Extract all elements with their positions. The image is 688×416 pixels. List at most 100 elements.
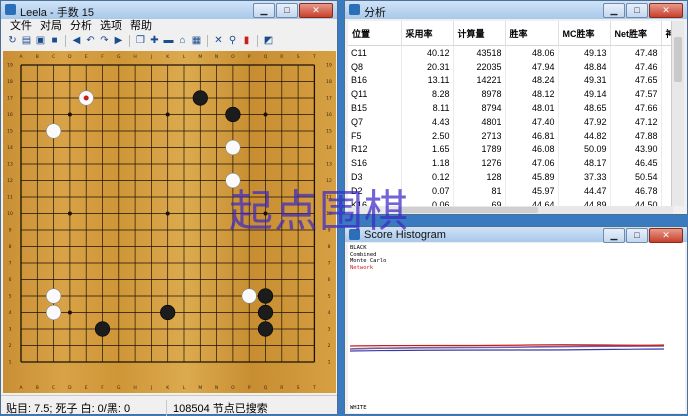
black-stone[interactable] xyxy=(225,106,241,123)
table-row[interactable]: D3 0.12 128 45.89 37.33 50.54 xyxy=(348,170,673,184)
black-stone[interactable] xyxy=(257,288,274,304)
menu-help[interactable]: 帮助 xyxy=(130,19,152,33)
combined-curve xyxy=(349,345,665,350)
redo-icon[interactable]: ↷ xyxy=(99,35,110,46)
coordinate-label: H xyxy=(133,385,136,391)
maximize-button[interactable]: □ xyxy=(626,228,648,243)
new-game-icon[interactable]: ↻ xyxy=(7,35,18,46)
go-board-svg[interactable]: AABBCCDDEEFFGGHHJJKKLLMMNNOOPPQQRRSSTT1 1… xyxy=(3,51,336,393)
copy-icon[interactable]: ❐ xyxy=(135,35,146,46)
minimize-button[interactable]: ▁ xyxy=(603,228,625,243)
table-row[interactable]: Q8 20.31 22035 47.94 48.84 47.46 xyxy=(348,59,673,74)
coordinate-label: 12 xyxy=(7,178,13,184)
analysis-titlebar[interactable]: 分析 ▁ □ ✕ xyxy=(345,1,687,19)
white-stone[interactable] xyxy=(241,288,257,304)
cancel-icon[interactable]: ✕ xyxy=(213,35,224,46)
table-cell: 46.81 xyxy=(505,128,559,143)
status-bar: 贴目: 7.5; 死子 白: 0/黑: 0 108504 节点已搜索 xyxy=(1,395,337,416)
scrollbar-thumb[interactable] xyxy=(398,207,538,213)
table-cell: F5 xyxy=(348,128,402,143)
white-stone[interactable] xyxy=(45,123,62,139)
column-header[interactable]: 计算量 xyxy=(453,21,506,46)
table-cell: 8.28 xyxy=(401,87,454,102)
go-board[interactable]: AABBCCDDEEFFGGHHJJKKLLMMNNOOPPQQRRSSTT11… xyxy=(3,51,336,393)
histogram-titlebar[interactable]: Score Histogram ▁ □ ✕ xyxy=(345,227,687,243)
menu-options[interactable]: 选项 xyxy=(100,19,122,33)
black-stone[interactable] xyxy=(257,321,274,337)
add-icon[interactable]: ✚ xyxy=(149,35,160,46)
table-cell: 81 xyxy=(453,183,506,198)
column-header[interactable]: 胜率 xyxy=(505,21,559,46)
table-cell: 44.82 xyxy=(558,128,611,143)
coordinate-label: T xyxy=(312,54,316,60)
coordinate-label: 11 xyxy=(7,195,13,201)
table-cell: 49.14 xyxy=(558,87,611,102)
home-icon[interactable]: ⌂ xyxy=(177,35,188,46)
open-folder-icon[interactable]: ▣ xyxy=(35,35,46,46)
table-cell: 49.13 xyxy=(558,45,611,60)
table-row[interactable]: C11 40.12 43518 48.06 49.13 47.48 xyxy=(348,45,673,60)
analysis-app-icon xyxy=(349,4,360,15)
coordinate-label: C xyxy=(52,54,55,60)
menu-file[interactable]: 文件 xyxy=(10,19,32,33)
table-cell: 45.97 xyxy=(505,183,559,198)
black-stone[interactable] xyxy=(257,304,274,321)
black-stone[interactable] xyxy=(160,304,176,321)
coordinate-label: A xyxy=(19,54,23,60)
find-icon[interactable]: ⚲ xyxy=(227,35,238,46)
forward-icon[interactable]: ▶ xyxy=(113,35,124,46)
black-stone[interactable] xyxy=(192,90,208,106)
table-cell: 47.06 xyxy=(505,156,559,171)
white-stone[interactable] xyxy=(45,304,62,321)
black-stone[interactable] xyxy=(94,321,111,337)
table-row[interactable]: Q7 4.43 4801 47.40 47.92 47.12 xyxy=(348,114,673,129)
table-row[interactable]: R12 1.65 1789 46.08 50.09 43.90 xyxy=(348,142,673,157)
table-cell: 2713 xyxy=(453,128,506,143)
analyze-icon[interactable]: ◩ xyxy=(263,35,274,46)
open-icon[interactable]: ▤ xyxy=(21,35,32,46)
scrollbar-thumb[interactable] xyxy=(674,37,682,82)
column-header[interactable]: 采用率 xyxy=(401,21,454,46)
table-row[interactable]: F5 2.50 2713 46.81 44.82 47.88 xyxy=(348,128,673,143)
coordinate-label: D xyxy=(68,385,72,391)
menu-analyze[interactable]: 分析 xyxy=(70,19,92,33)
back-icon[interactable]: ◀ xyxy=(71,35,82,46)
horizontal-scrollbar[interactable] xyxy=(348,206,673,214)
minimize-button[interactable]: ▁ xyxy=(253,3,275,18)
table-cell: D3 xyxy=(348,170,402,184)
table-row[interactable]: D2 0.07 81 45.97 44.47 46.78 xyxy=(348,183,673,198)
maximize-button[interactable]: □ xyxy=(626,3,648,18)
column-header[interactable]: MC胜率 xyxy=(558,21,611,46)
table-row[interactable]: B15 8.11 8794 48.01 48.65 47.66 xyxy=(348,101,673,115)
close-button[interactable]: ✕ xyxy=(649,3,683,18)
stop-icon[interactable]: ▮ xyxy=(241,35,252,46)
vertical-scrollbar[interactable] xyxy=(671,21,684,206)
close-button[interactable]: ✕ xyxy=(299,3,333,18)
remove-icon[interactable]: ▬ xyxy=(163,35,174,46)
white-stone[interactable] xyxy=(225,172,241,189)
table-cell: 44.50 xyxy=(610,197,662,206)
column-header[interactable]: Net胜率 xyxy=(610,21,662,46)
column-header[interactable]: 位置 xyxy=(348,21,402,46)
minimize-button[interactable]: ▁ xyxy=(603,3,625,18)
histogram-app-icon xyxy=(349,229,360,240)
undo-icon[interactable]: ↶ xyxy=(85,35,96,46)
coordinate-label: N xyxy=(215,54,218,60)
print-icon[interactable]: ▦ xyxy=(191,35,202,46)
coordinate-label: 15 xyxy=(326,129,332,135)
table-row[interactable]: B16 13.11 14221 48.24 49.31 47.65 xyxy=(348,73,673,88)
white-stone[interactable] xyxy=(45,288,62,304)
menu-game[interactable]: 对局 xyxy=(40,19,62,33)
table-cell: 14221 xyxy=(453,73,506,88)
table-row[interactable]: K16 0.06 69 44.64 44.89 44.50 xyxy=(348,197,673,206)
leela-titlebar[interactable]: Leela - 手数 15 ▁ □ ✕ xyxy=(1,1,337,19)
table-row[interactable]: Q11 8.28 8978 48.12 49.14 47.57 xyxy=(348,87,673,102)
white-stone[interactable] xyxy=(225,139,241,156)
analysis-window: 分析 ▁ □ ✕ 位置采用率计算量胜率MC胜率Net胜率神经 C1140.124… xyxy=(344,0,688,215)
table-row[interactable]: S16 1.18 1276 47.06 48.17 46.45 xyxy=(348,156,673,171)
close-button[interactable]: ✕ xyxy=(649,228,683,243)
table-cell: 8.11 xyxy=(401,101,454,115)
analysis-table: 位置采用率计算量胜率MC胜率Net胜率神经 C1140.124351848.06… xyxy=(348,21,673,206)
maximize-button[interactable]: □ xyxy=(276,3,298,18)
save-icon[interactable]: ■ xyxy=(49,35,60,46)
